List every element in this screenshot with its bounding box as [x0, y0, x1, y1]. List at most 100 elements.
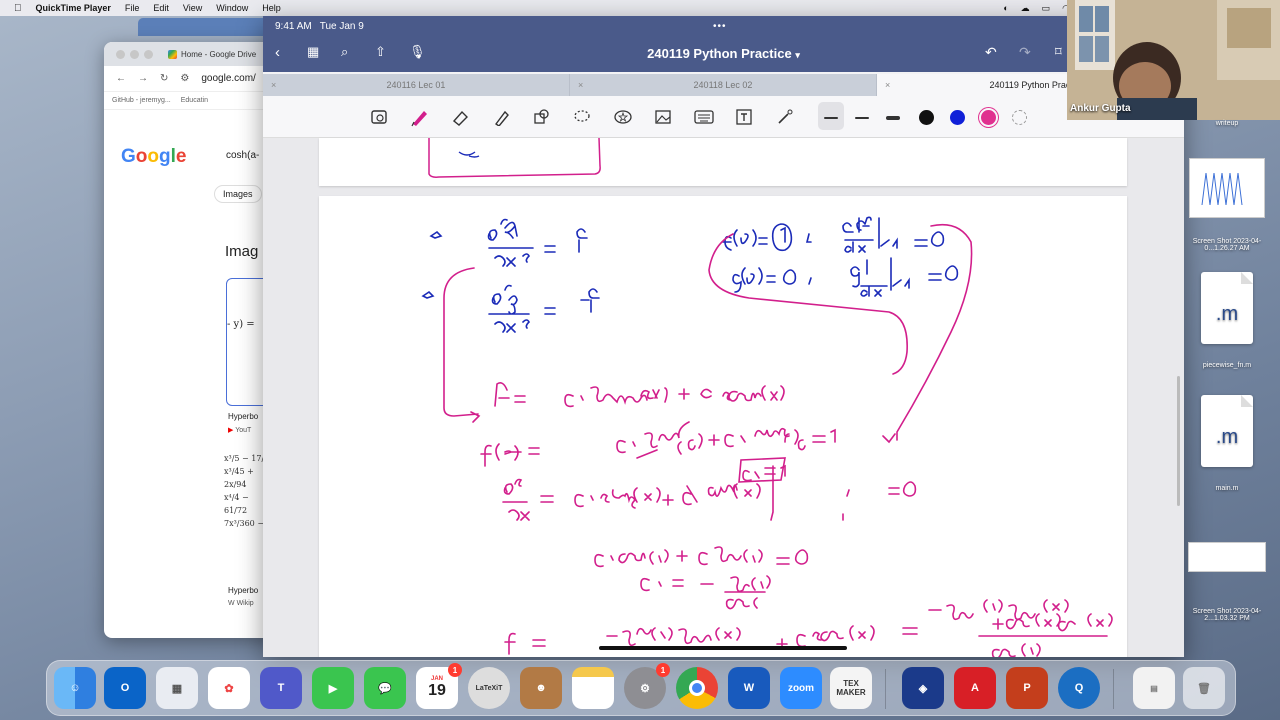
downloads-stack-icon[interactable]: ▤	[1133, 667, 1175, 709]
launchpad-icon[interactable]: ▦	[156, 667, 198, 709]
desktop-item-writeup[interactable]: writeup	[1182, 120, 1272, 127]
close-icon[interactable]: ×	[885, 80, 890, 90]
eraser-icon[interactable]	[449, 106, 471, 128]
add-color-icon[interactable]	[1012, 110, 1027, 125]
tab-lec01[interactable]: × 240116 Lec 01	[263, 74, 570, 96]
webcam-overlay: Ankur Gupta	[1067, 0, 1280, 120]
close-icon[interactable]: ×	[578, 80, 583, 90]
battery-icon[interactable]: ▭	[1042, 3, 1051, 14]
home-indicator[interactable]	[599, 646, 847, 650]
menu-app-name[interactable]: QuickTime Player	[36, 3, 111, 13]
notebook-title[interactable]: 240119 Python Practice ▾	[263, 46, 1184, 61]
notes-icon[interactable]	[572, 667, 614, 709]
texmaker-icon[interactable]: TEX MAKER	[830, 667, 872, 709]
reload-icon[interactable]: ↻	[160, 73, 168, 84]
bookmark-github[interactable]: GitHub - jeremyg...	[112, 97, 171, 104]
url-field[interactable]: google.com/	[201, 73, 255, 84]
pen-icon[interactable]	[408, 106, 430, 128]
chrome-tabbar: Home - Google Drive	[104, 42, 274, 66]
result-title-1[interactable]: Hyperbo	[228, 412, 258, 421]
lasso-icon[interactable]	[571, 106, 593, 128]
lasso-zoom-icon[interactable]	[368, 106, 390, 128]
messages-icon[interactable]: 💬	[364, 667, 406, 709]
menu-help[interactable]: Help	[262, 3, 281, 13]
images-filter-button[interactable]: Images	[214, 185, 262, 203]
image-icon[interactable]	[652, 106, 674, 128]
undo-icon[interactable]: ↶	[985, 44, 997, 61]
close-icon[interactable]: ×	[271, 80, 276, 90]
redo-icon[interactable]: ↷	[1019, 44, 1031, 61]
contacts-icon[interactable]: ☻	[520, 667, 562, 709]
goodnotes-window[interactable]: 9:41 AM Tue Jan 9 ••• ‹ ▦ ⌕ ⇧ 🎙 240119 P…	[263, 16, 1184, 657]
menu-window[interactable]: Window	[216, 3, 248, 13]
stroke-thick-option[interactable]	[886, 116, 900, 120]
sticker-icon[interactable]	[612, 106, 634, 128]
forward-icon[interactable]: →	[138, 73, 148, 84]
text-icon[interactable]	[733, 106, 755, 128]
status-time: 9:41 AM	[275, 20, 312, 32]
result-title-2[interactable]: Hyperbo	[228, 586, 258, 595]
highlighter-icon[interactable]	[490, 106, 512, 128]
tab-lec02[interactable]: × 240118 Lec 02	[570, 74, 877, 96]
color-pink-swatch[interactable]	[981, 110, 996, 125]
status-date: Tue Jan 9	[319, 20, 364, 32]
menu-view[interactable]: View	[183, 3, 202, 13]
search-query[interactable]: cosh(a-	[226, 150, 259, 161]
ink-pink-solution	[443, 223, 1113, 657]
stroke-thin-option[interactable]	[824, 117, 838, 119]
multitask-dots-icon[interactable]: •••	[713, 21, 727, 32]
trash-icon[interactable]: 🗑	[1183, 667, 1225, 709]
site-info-icon[interactable]: ⚙	[180, 73, 189, 84]
stroke-medium-option[interactable]	[855, 117, 869, 119]
webcam-name-label: Ankur Gupta	[1070, 103, 1131, 114]
keyboard-icon[interactable]	[693, 106, 715, 128]
zoom-icon[interactable]: zoom	[780, 667, 822, 709]
chrome-icon[interactable]	[676, 667, 718, 709]
cloud-icon[interactable]: ☁	[1021, 3, 1030, 14]
menu-file[interactable]: File	[125, 3, 140, 13]
webcam-video	[1067, 0, 1280, 120]
desktop-item-screenshot-1[interactable]: Screen Shot 2023-04-0...1.26.27 AM	[1182, 158, 1272, 252]
chrome-tab[interactable]: Home - Google Drive	[168, 49, 256, 59]
photos-icon[interactable]: ✿	[208, 667, 250, 709]
shapes-icon[interactable]	[530, 106, 552, 128]
note-page-current[interactable]	[319, 196, 1127, 657]
desktop-item-screenshot-2[interactable]: Screen Shot 2023-04-2...1.03.32 PM	[1182, 542, 1272, 622]
note-page-previous[interactable]	[319, 137, 1127, 186]
teams-icon[interactable]: T	[260, 667, 302, 709]
background-window[interactable]	[138, 18, 268, 36]
google-logo[interactable]: Google	[121, 146, 186, 168]
finder-icon[interactable]: ☺	[54, 667, 96, 709]
powerpoint-icon[interactable]: P	[1006, 667, 1048, 709]
desktop-item-label: main.m	[1215, 485, 1239, 492]
close-dot[interactable]	[116, 49, 125, 59]
desktop-item-main[interactable]: .m main.m	[1182, 395, 1272, 492]
vertical-scrollbar[interactable]	[1177, 376, 1180, 506]
vscode-icon[interactable]: ◈	[902, 667, 944, 709]
back-icon[interactable]: ←	[116, 73, 126, 84]
matlab-file-icon: .m	[1201, 272, 1253, 344]
drawing-toolbar	[263, 96, 1184, 138]
calendar-icon[interactable]: JAN 19 1	[416, 663, 462, 709]
quicktime-icon[interactable]: Q	[1058, 667, 1100, 709]
apple-icon[interactable]: 	[14, 3, 22, 14]
facetime-icon[interactable]: ▶	[312, 667, 354, 709]
laser-pointer-icon[interactable]	[774, 106, 796, 128]
handwritten-ink	[421, 216, 1113, 657]
menu-edit[interactable]: Edit	[153, 3, 169, 13]
bookmark-icon[interactable]: ⌑	[1055, 44, 1062, 60]
system-settings-icon[interactable]: ⚙ 1	[624, 663, 670, 709]
bookmark-educatin[interactable]: Educatin	[181, 97, 208, 104]
control-center-icon[interactable]: ◐	[1003, 3, 1008, 14]
chrome-window[interactable]: Home - Google Drive ← → ↻ ⚙ google.com/ …	[104, 42, 274, 638]
color-black-swatch[interactable]	[919, 110, 934, 125]
latexit-icon[interactable]: LaTeXiT	[468, 667, 510, 709]
minimize-dot[interactable]	[130, 49, 139, 59]
zoom-dot[interactable]	[144, 49, 153, 59]
acrobat-icon[interactable]: A	[954, 667, 996, 709]
word-icon[interactable]: W	[728, 667, 770, 709]
desktop-item-piecewise[interactable]: .m piecewise_fn.m	[1182, 272, 1272, 369]
note-canvas[interactable]	[263, 137, 1184, 657]
outlook-icon[interactable]: O	[104, 667, 146, 709]
color-blue-swatch[interactable]	[950, 110, 965, 125]
